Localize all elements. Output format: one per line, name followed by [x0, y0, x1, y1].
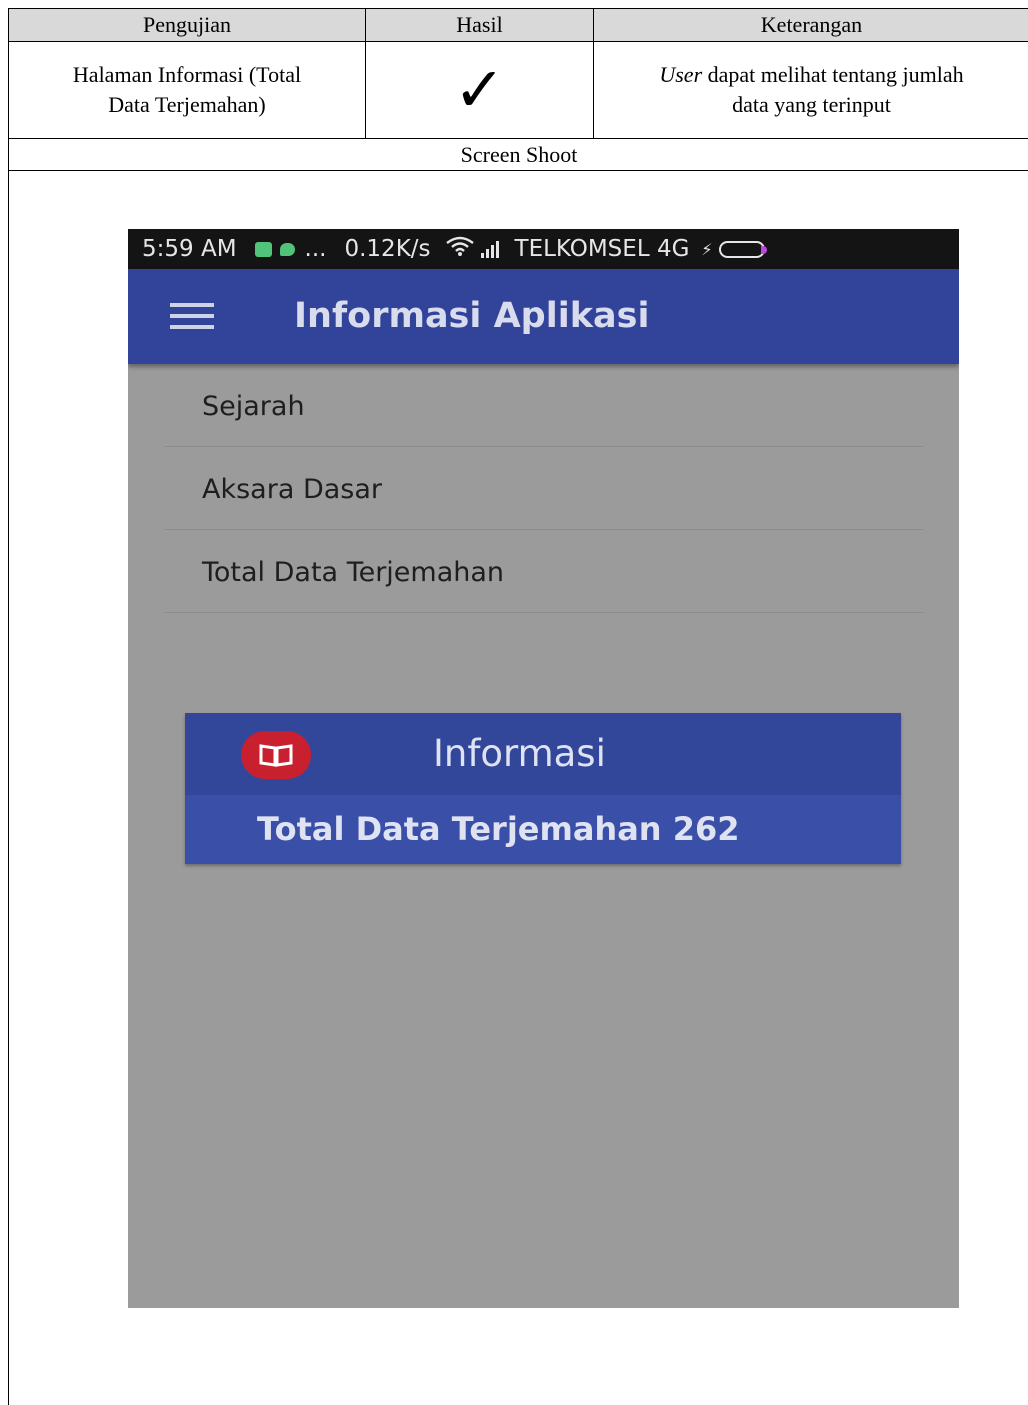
book-icon	[241, 731, 311, 779]
list-item-aksara-dasar[interactable]: Aksara Dasar	[164, 447, 923, 530]
status-speed: 0.12K/s	[344, 236, 431, 262]
list-item-sejarah[interactable]: Sejarah	[164, 364, 923, 447]
header-keterangan: Keterangan	[760, 12, 863, 37]
phone-screenshot: 5:59 AM ... 0.12K/s TELKOMSEL 4G ⚡ Infor…	[128, 229, 959, 1308]
info-dialog-title: Informasi	[433, 732, 606, 775]
hamburger-menu-icon[interactable]	[170, 303, 214, 329]
pengujian-line-1: Halaman Informasi (Total	[72, 62, 302, 87]
charging-icon: ⚡	[701, 239, 713, 259]
battery-icon	[718, 240, 767, 258]
keterangan-user: User	[659, 62, 703, 87]
pengujian-line-2: Data Terjemahan)	[108, 92, 266, 117]
list-item-label: Total Data Terjemahan	[202, 557, 505, 588]
app-bar-title: Informasi Aplikasi	[294, 296, 650, 336]
info-dialog-header: Informasi	[185, 713, 901, 795]
menu-list: Sejarah Aksara Dasar Total Data Terjemah…	[164, 364, 923, 613]
wifi-icon	[445, 236, 475, 262]
status-time: 5:59 AM	[142, 236, 237, 262]
app-bar: Informasi Aplikasi	[128, 269, 959, 364]
status-dots: ...	[304, 236, 327, 262]
message-icon	[279, 242, 295, 256]
screenshot-label: Screen Shoot	[460, 141, 578, 167]
keterangan-cell: User dapat melihat tentang jumlah data y…	[594, 42, 1028, 138]
status-carrier: TELKOMSEL 4G	[514, 236, 690, 262]
table-header-row: Pengujian Hasil Keterangan	[9, 9, 1028, 42]
info-dialog: Informasi Total Data Terjemahan 262	[185, 713, 901, 864]
header-hasil: Hasil	[366, 9, 594, 41]
checkmark-icon: ✓	[453, 53, 506, 126]
list-item-label: Sejarah	[202, 391, 305, 422]
keterangan-line-2: data yang terinput	[732, 92, 891, 117]
hasil-cell: ✓	[366, 42, 594, 138]
info-dialog-message: Total Data Terjemahan 262	[257, 810, 740, 848]
status-bar: 5:59 AM ... 0.12K/s TELKOMSEL 4G ⚡	[128, 229, 959, 269]
notification-icon	[254, 241, 272, 257]
list-item-total-data-terjemahan[interactable]: Total Data Terjemahan	[164, 530, 923, 613]
signal-icon	[480, 240, 501, 258]
table-row: Halaman Informasi (Total Data Terjemahan…	[9, 42, 1028, 139]
pengujian-cell: Halaman Informasi (Total Data Terjemahan…	[9, 42, 366, 138]
header-pengujian: Pengujian	[9, 9, 366, 41]
list-item-label: Aksara Dasar	[202, 474, 382, 505]
screenshot-label-row: Screen Shoot	[9, 139, 1028, 171]
keterangan-line-1: dapat melihat tentang jumlah	[702, 62, 964, 87]
